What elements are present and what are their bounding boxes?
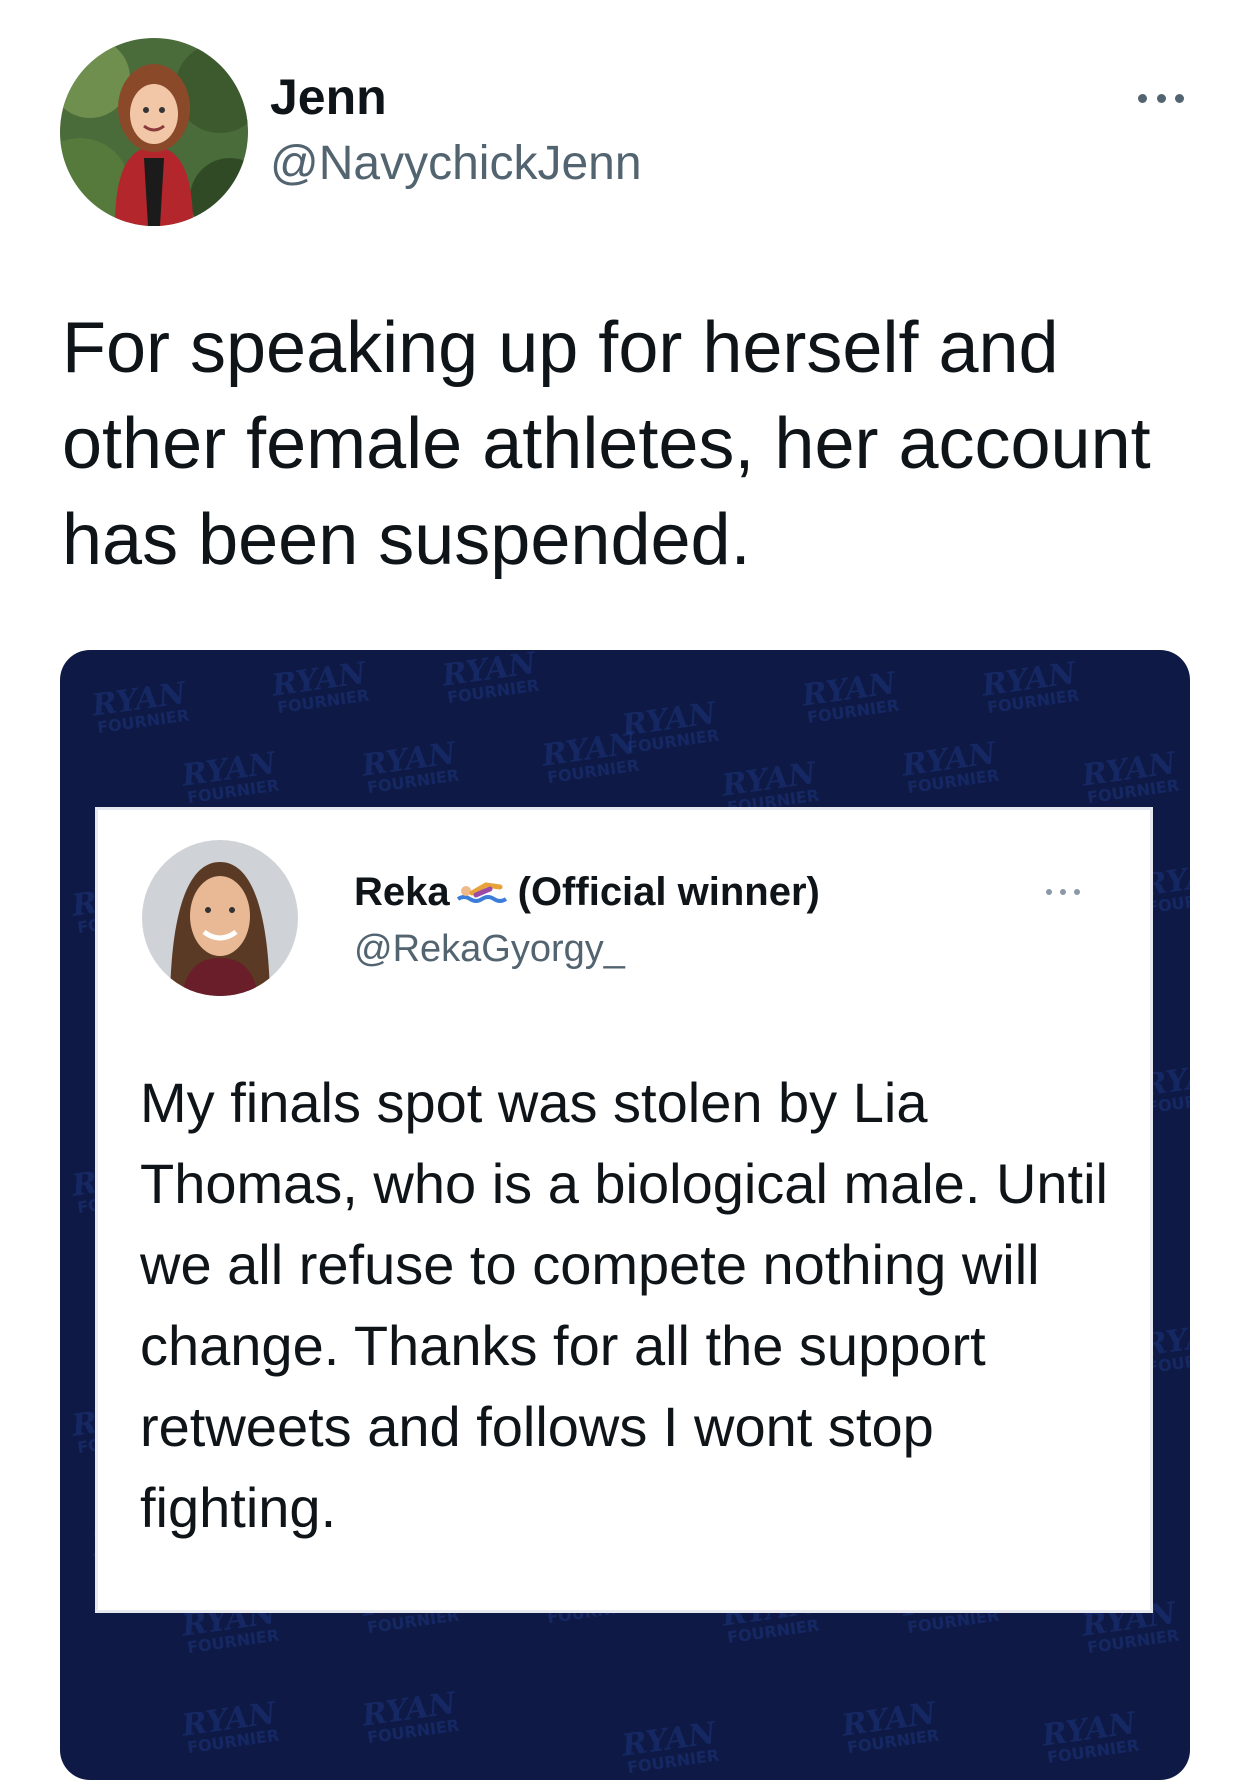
watermark-logo: RYANFOURNIER <box>899 736 1000 798</box>
author-display-name[interactable]: Jenn <box>270 72 387 122</box>
watermark-logo: RYANFOURNIER <box>979 656 1080 718</box>
watermark-logo: RYANFOURNIER <box>269 656 370 718</box>
quoted-name-suffix: (Official winner) <box>517 870 820 914</box>
watermark-logo: RYANFOURNIER <box>619 1716 720 1778</box>
quoted-author-avatar <box>142 840 298 996</box>
watermark-logo: RYANFOURNIER <box>359 1686 460 1748</box>
quoted-tweet-text: My finals spot was stolen by Lia Thomas,… <box>140 1071 1108 1539</box>
quoted-tweet-screenshot: Reka (Official winner) @RekaGyorgy_ My f… <box>98 810 1150 1610</box>
watermark-logo: RYANFOURNIER <box>839 1696 940 1758</box>
quoted-display-name: Reka <box>354 870 450 914</box>
watermark-logo: RYANFOURNIER <box>359 736 460 798</box>
author-handle[interactable]: @NavychickJenn <box>270 140 642 188</box>
author-avatar[interactable] <box>60 38 248 226</box>
dot <box>1138 93 1147 103</box>
profile-photo-icon <box>60 38 248 226</box>
watermark-logo: RYANFOURNIER <box>179 746 280 808</box>
quoted-handle: @RekaGyorgy_ <box>354 928 625 970</box>
dot <box>1074 889 1080 895</box>
watermark-logo: RYANFOURNIER <box>439 650 540 707</box>
dot <box>1156 93 1166 103</box>
dot <box>1060 889 1066 895</box>
watermark-logo: RYANFOURNIER <box>539 726 640 788</box>
profile-photo-icon <box>142 840 298 996</box>
tweet-media-image[interactable]: RYAN FOURNIER RYAN FOURNIER RYAN FOURNIER RYAN… <box>60 650 1190 1780</box>
more-options-icon <box>1046 888 1080 896</box>
watermark-logo: RYANFOURNIER <box>719 756 820 818</box>
watermark-logo: RYANFOURNIER <box>89 676 190 738</box>
tweet-text: For speaking up for herself and other fe… <box>62 308 1151 580</box>
more-options-icon[interactable] <box>1138 92 1184 104</box>
watermark-logo: RYANFOURNIER <box>799 666 900 728</box>
quoted-author-name: Reka (Official winner) <box>354 872 820 912</box>
swimmer-emoji-icon <box>456 882 507 903</box>
watermark-logo: RYANFOURNIER <box>179 1696 280 1758</box>
dot <box>1046 889 1052 895</box>
dot <box>1175 93 1184 103</box>
watermark-logo: RYANFOURNIER <box>1079 746 1180 808</box>
watermark-logo: RYANFOURNIER <box>1039 1706 1140 1768</box>
